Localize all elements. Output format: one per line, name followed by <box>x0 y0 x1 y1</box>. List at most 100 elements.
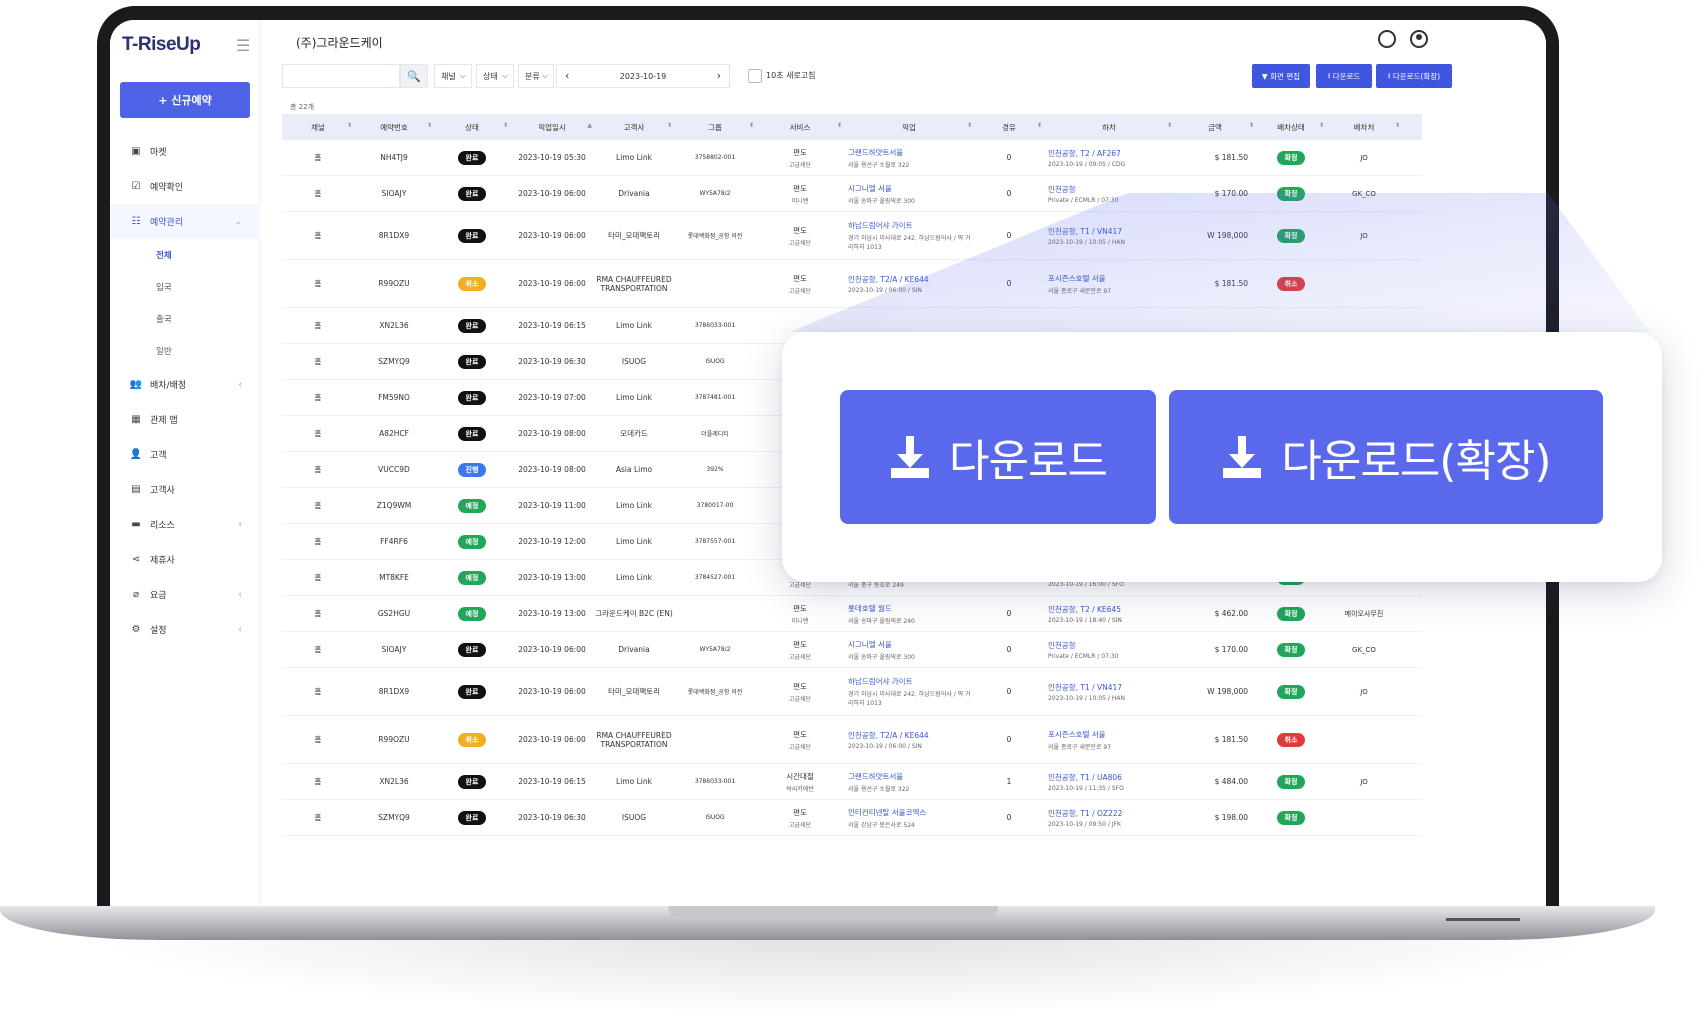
chevron-down-icon: ⌵ <box>501 71 508 80</box>
table-row[interactable]: 홈 NH4TJ9 완료 2023-10-19 05:30 Limo Link 375880… <box>282 140 1422 176</box>
download-button[interactable]: ⭳ 다운로드 <box>1316 64 1372 88</box>
chevron-left-icon[interactable]: ‹ <box>565 69 569 82</box>
pickup-link: 롯데호텔 월드 <box>848 603 892 613</box>
sort-icon[interactable]: ⬍ <box>749 122 754 129</box>
sidebar-item[interactable]: ▣ 마켓 <box>110 134 260 169</box>
sort-icon[interactable]: ⬍ <box>837 122 842 129</box>
table-cell: 3758802-001 <box>674 154 756 161</box>
sidebar-subitem[interactable]: 입국 <box>110 271 260 303</box>
sidebar-subitem[interactable]: 전체 <box>110 239 260 271</box>
zoom-download-extended-button[interactable]: 다운로드(확장) <box>1169 390 1603 524</box>
table-row[interactable]: 홈 SIOAJY 완료 2023-10-19 06:00 Drivania WY5A78/… <box>282 176 1422 212</box>
building-icon: ▤ <box>131 484 141 495</box>
sidebar-item[interactable]: 👥 배차/배정 ‹ <box>110 367 260 402</box>
table-row[interactable]: 홈 8R1DX9 완료 2023-10-19 06:00 타미_모데팩토리 롯데백화점_공… <box>282 212 1422 260</box>
sidebar-item[interactable]: ☑ 예약확인 <box>110 169 260 204</box>
column-header[interactable]: 배차상태 ⬍ <box>1256 122 1326 133</box>
table-row[interactable]: 홈 XN2L36 완료 2023-10-19 06:15 Limo Link 378603… <box>282 764 1422 800</box>
table-cell: R99OZU <box>354 735 434 744</box>
sort-icon[interactable]: ⬍ <box>1395 122 1400 129</box>
table-cell: 완료 <box>434 354 510 369</box>
sidebar-subitem[interactable]: 출국 <box>110 303 260 335</box>
column-header[interactable]: 채널 ⬍ <box>282 122 354 133</box>
globe-icon[interactable] <box>1378 30 1396 48</box>
user-account-icon[interactable] <box>1410 30 1428 48</box>
sidebar-item[interactable]: ▦ 관제 맵 <box>110 402 260 437</box>
column-header[interactable]: 그룹 ⬍ <box>674 122 756 133</box>
sidebar-item-label: 요금 <box>150 591 167 601</box>
sort-icon[interactable]: ⬍ <box>1037 122 1042 129</box>
download-extended-button[interactable]: ⭳ 다운로드(확장) <box>1376 64 1452 88</box>
channel-select[interactable]: 채널 ⌵ <box>434 64 472 88</box>
column-header[interactable]: 상태 ⬍ <box>434 122 510 133</box>
table-cell: 편도고급세단 <box>756 639 844 661</box>
chevron-right-icon[interactable]: › <box>717 69 721 82</box>
sidebar-item[interactable]: ⚙ 설정 ‹ <box>110 612 260 647</box>
cell-text: 0 <box>1006 153 1012 162</box>
table-cell: SIOAJY <box>354 189 434 198</box>
table-row[interactable]: 홈 GS2HGU 예정 2023-10-19 13:00 그라운드케이 B2C (EN)… <box>282 596 1422 632</box>
table-cell: 8R1DX9 <box>354 687 434 696</box>
column-header[interactable]: 하차 ⬍ <box>1044 122 1174 133</box>
list-icon: ☷ <box>131 216 141 227</box>
sort-icon[interactable]: ⬍ <box>1167 122 1172 129</box>
table-row[interactable]: 홈 SIOAJY 완료 2023-10-19 06:00 Drivania WY5A78/… <box>282 632 1422 668</box>
sidebar-subitem[interactable]: 일반 <box>110 335 260 367</box>
pickup-link: 하남드림어샤 가이트 <box>848 221 913 230</box>
status-badge: 예정 <box>458 498 486 513</box>
edit-view-button[interactable]: ▼ 화면 편집 <box>1252 64 1310 88</box>
cell-text: 시간대절 <box>786 771 814 781</box>
search-button[interactable]: 🔍 <box>400 64 428 88</box>
sort-icon[interactable]: ⬍ <box>1249 122 1254 129</box>
sidebar-item-label: 관제 맵 <box>150 416 178 426</box>
sort-icon[interactable]: ▲ <box>587 122 592 129</box>
table-cell: MT8KFE <box>354 573 434 582</box>
sidebar-item[interactable]: ⌀ 요금 ‹ <box>110 577 260 612</box>
zoom-download-button[interactable]: 다운로드 <box>840 390 1156 524</box>
cell-text: 2023-10-19 06:00 <box>518 735 586 744</box>
sidebar-item[interactable]: 👤 고객 <box>110 437 260 472</box>
sidebar-item[interactable]: ⋖ 제휴사 <box>110 542 260 577</box>
sort-icon[interactable]: ⬍ <box>427 122 432 129</box>
column-header[interactable]: 픽업일시 ▲ <box>510 122 594 133</box>
sidebar-item[interactable]: ▬ 리소스 ‹ <box>110 507 260 542</box>
column-header[interactable]: 픽업 ⬍ <box>844 122 974 133</box>
table-cell: RMA CHAUFFEURED TRANSPORTATION <box>594 275 674 293</box>
sidebar-item-label: 마켓 <box>150 148 167 158</box>
sort-icon[interactable]: ⬍ <box>1319 122 1324 129</box>
table-cell: 3786033-001 <box>674 778 756 785</box>
table-cell: W 198,000 <box>1174 687 1256 696</box>
cell-text: 홈 <box>314 321 322 330</box>
category-select[interactable]: 분류 ⌵ <box>518 64 554 88</box>
sort-icon[interactable]: ⬍ <box>347 122 352 129</box>
sort-icon[interactable]: ⬍ <box>967 122 972 129</box>
column-header[interactable]: 고객사 ⬍ <box>594 122 674 133</box>
table-cell: 홈 <box>282 536 354 547</box>
column-header[interactable]: 예약번호 ⬍ <box>354 122 434 133</box>
column-header[interactable]: 서비스 ⬍ <box>756 122 844 133</box>
cell-text: Drivania <box>618 189 650 198</box>
table-row[interactable]: 홈 R99OZU 취소 2023-10-19 06:00 RMA CHAUFFEURED… <box>282 716 1422 764</box>
hamburger-menu-icon[interactable]: ☰ <box>236 36 250 55</box>
sidebar-item[interactable]: ☷ 예약관리 ⌄ <box>110 204 260 239</box>
column-header[interactable]: 배차처 ⬍ <box>1326 122 1402 133</box>
column-header[interactable]: 금액 ⬍ <box>1174 122 1256 133</box>
sort-icon[interactable]: ⬍ <box>667 122 672 129</box>
app-logo[interactable]: T-RiseUp <box>122 34 201 56</box>
table-row[interactable]: 홈 SZMYQ9 완료 2023-10-19 06:30 ISUOG ISUOG 편도 고급세… <box>282 800 1422 836</box>
cell-text: 0 <box>1006 189 1012 198</box>
column-header[interactable]: 경유 ⬍ <box>974 122 1044 133</box>
sort-icon[interactable]: ⬍ <box>503 122 508 129</box>
new-reservation-button[interactable]: + 신규예약 <box>120 82 250 118</box>
table-cell: 그랜드하얏트서울 서울 용산구 소월로 322 <box>844 147 974 169</box>
table-row[interactable]: 홈 R99OZU 취소 2023-10-19 06:00 RMA CHAUFFEURED… <box>282 260 1422 308</box>
status-badge: 취소 <box>458 276 486 291</box>
cell-text: GK_CO <box>1352 189 1376 198</box>
sidebar-item-label: 리소스 <box>150 521 175 531</box>
date-picker[interactable]: ‹ 2023-10-19 › <box>556 64 730 88</box>
auto-refresh-checkbox[interactable] <box>748 69 762 83</box>
status-select[interactable]: 상태 ⌵ <box>476 64 514 88</box>
table-row[interactable]: 홈 8R1DX9 완료 2023-10-19 06:00 타미_모데팩토리 롯데백화점_공… <box>282 668 1422 716</box>
search-input[interactable] <box>282 64 400 88</box>
sidebar-item[interactable]: ▤ 고객사 <box>110 472 260 507</box>
